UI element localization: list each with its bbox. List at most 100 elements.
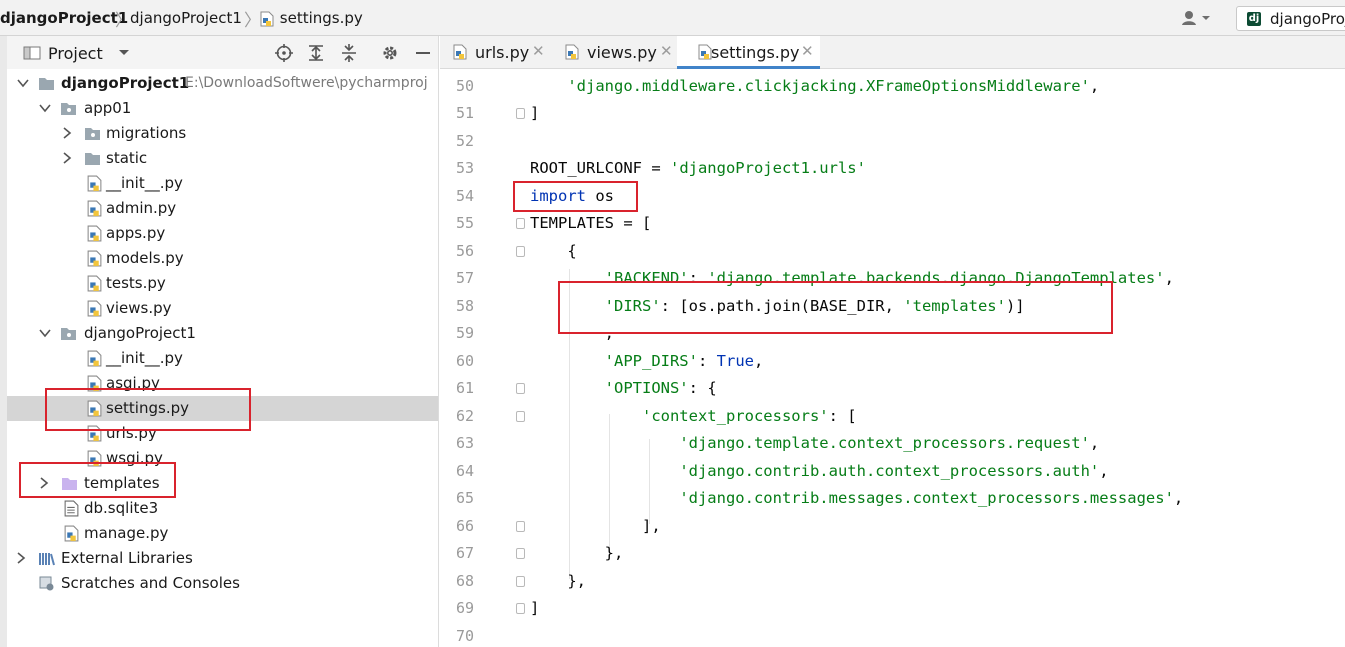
line-number: 64	[455, 462, 474, 480]
line-number: 61	[455, 379, 474, 397]
minimize-icon[interactable]	[413, 43, 433, 63]
code-line[interactable]: ],	[530, 517, 661, 535]
breadcrumb-project[interactable]: djangoProject1	[0, 9, 128, 27]
locate-file-icon[interactable]	[274, 43, 294, 63]
python-file-icon	[260, 11, 274, 26]
code-area[interactable]: 'django.middleware.clickjacking.XFrameOp…	[530, 69, 1345, 647]
python-file-icon	[453, 44, 467, 60]
tree-item-external-libraries[interactable]: External Libraries	[7, 546, 438, 571]
python-file-icon	[87, 200, 102, 217]
line-number: 56	[455, 242, 474, 260]
django-icon: dj	[1247, 12, 1261, 26]
chevron-right-icon[interactable]	[15, 552, 27, 564]
code-line[interactable]: {	[530, 242, 576, 260]
package-folder-icon	[85, 128, 100, 140]
line-number: 67	[455, 544, 474, 562]
tree-item-package-init[interactable]: __init__.py	[7, 346, 438, 371]
tree-item-apps[interactable]: apps.py	[7, 221, 438, 246]
tree-item-project-root[interactable]: djangoProject1 E:\DownloadSoftwere\pycha…	[7, 71, 438, 96]
annotation-box-settings	[45, 388, 251, 431]
fold-marker-icon[interactable]	[516, 383, 525, 394]
annotation-box-templates	[19, 462, 176, 498]
close-icon[interactable]: ✕	[660, 42, 673, 60]
chevron-down-icon[interactable]	[118, 49, 130, 57]
close-icon[interactable]: ✕	[532, 42, 545, 60]
tree-item-static[interactable]: static	[7, 146, 438, 171]
chevron-down-icon[interactable]	[39, 327, 51, 339]
tree-item-models[interactable]: models.py	[7, 246, 438, 271]
code-line[interactable]: TEMPLATES = [	[530, 214, 651, 232]
fold-marker-icon[interactable]	[516, 576, 525, 587]
tree-item-label: djangoProject1	[61, 74, 190, 92]
tree-item-label: admin.py	[106, 199, 177, 217]
tab-label: urls.py	[475, 43, 530, 62]
project-path: E:\DownloadSoftwere\pycharmproj	[185, 75, 428, 91]
fold-marker-icon[interactable]	[516, 108, 525, 119]
library-icon	[39, 553, 55, 566]
line-number: 51	[455, 104, 474, 122]
chevron-down-icon[interactable]	[17, 77, 29, 89]
chevron-down-icon[interactable]	[39, 102, 51, 114]
collapse-all-icon[interactable]	[339, 43, 359, 63]
code-line[interactable]: 'django.middleware.clickjacking.XFrameOp…	[530, 77, 1099, 95]
package-folder-icon	[61, 103, 76, 115]
fold-marker-icon[interactable]	[516, 548, 525, 559]
code-line[interactable]: ]	[530, 104, 539, 122]
chevron-right-icon[interactable]	[61, 127, 73, 139]
tab-urls-py[interactable]: urls.py ✕	[440, 36, 550, 69]
line-number: 69	[455, 599, 474, 617]
tree-item-label: apps.py	[106, 224, 166, 242]
fold-marker-icon[interactable]	[516, 521, 525, 532]
tree-item-migrations[interactable]: migrations	[7, 121, 438, 146]
run-configuration-selector[interactable]: dj djangoProject1	[1236, 6, 1345, 31]
expand-all-icon[interactable]	[306, 43, 326, 63]
close-icon[interactable]: ✕	[801, 42, 814, 60]
line-number: 60	[455, 352, 474, 370]
line-number: 62	[455, 407, 474, 425]
line-number: 66	[455, 517, 474, 535]
code-line[interactable]: ROOT_URLCONF = 'djangoProject1.urls'	[530, 159, 866, 177]
line-number-gutter: 50 51 52 53 54 55 56 57 58 59 60 61 62 6…	[440, 69, 525, 647]
tree-item-views[interactable]: views.py	[7, 296, 438, 321]
code-line[interactable]: },	[530, 544, 624, 562]
tab-views-py[interactable]: views.py ✕	[552, 36, 677, 69]
folder-icon	[39, 78, 54, 90]
editor-tab-bar: urls.py ✕ views.py ✕ settings.py ✕	[440, 36, 1345, 69]
tree-item-app01[interactable]: app01	[7, 96, 438, 121]
line-number: 52	[455, 132, 474, 150]
code-line[interactable]: 'django.template.context_processors.requ…	[530, 434, 1099, 452]
text-file-icon	[64, 500, 79, 517]
tree-item-label: models.py	[106, 249, 184, 267]
tree-item-scratches[interactable]: Scratches and Consoles	[7, 571, 438, 596]
code-line[interactable]: 'context_processors': [	[530, 407, 857, 425]
fold-marker-icon[interactable]	[516, 411, 525, 422]
fold-marker-icon[interactable]	[516, 246, 525, 257]
tree-item-app01-init[interactable]: __init__.py	[7, 171, 438, 196]
code-line[interactable]: 'django.contrib.auth.context_processors.…	[530, 462, 1108, 480]
project-panel-title[interactable]: Project	[48, 44, 103, 63]
tree-item-db-sqlite3[interactable]: db.sqlite3	[7, 496, 438, 521]
gear-icon[interactable]	[380, 43, 400, 63]
line-number: 68	[455, 572, 474, 590]
code-line[interactable]: ]	[530, 599, 539, 617]
project-panel-header: Project	[0, 36, 438, 647]
code-line[interactable]: 'django.contrib.messages.context_process…	[530, 489, 1183, 507]
tree-item-admin[interactable]: admin.py	[7, 196, 438, 221]
fold-marker-icon[interactable]	[516, 218, 525, 229]
tree-item-djangoproject1-package[interactable]: djangoProject1	[7, 321, 438, 346]
annotation-box-dirs	[558, 281, 1113, 334]
code-line[interactable]: 'APP_DIRS': True,	[530, 352, 764, 370]
code-line[interactable]: },	[530, 572, 586, 590]
tree-item-tests[interactable]: tests.py	[7, 271, 438, 296]
user-menu-button[interactable]	[1180, 8, 1216, 28]
tree-item-label: djangoProject1	[84, 324, 196, 342]
fold-marker-icon[interactable]	[516, 603, 525, 614]
tree-item-manage[interactable]: manage.py	[7, 521, 438, 546]
breadcrumb-file[interactable]: settings.py	[259, 9, 363, 27]
chevron-right-icon[interactable]	[61, 152, 73, 164]
tree-item-label: tests.py	[106, 274, 166, 292]
tab-settings-py[interactable]: settings.py ✕	[677, 36, 820, 69]
line-number: 55	[455, 214, 474, 232]
breadcrumb-package[interactable]: djangoProject1	[130, 9, 242, 27]
code-line[interactable]: 'OPTIONS': {	[530, 379, 717, 397]
